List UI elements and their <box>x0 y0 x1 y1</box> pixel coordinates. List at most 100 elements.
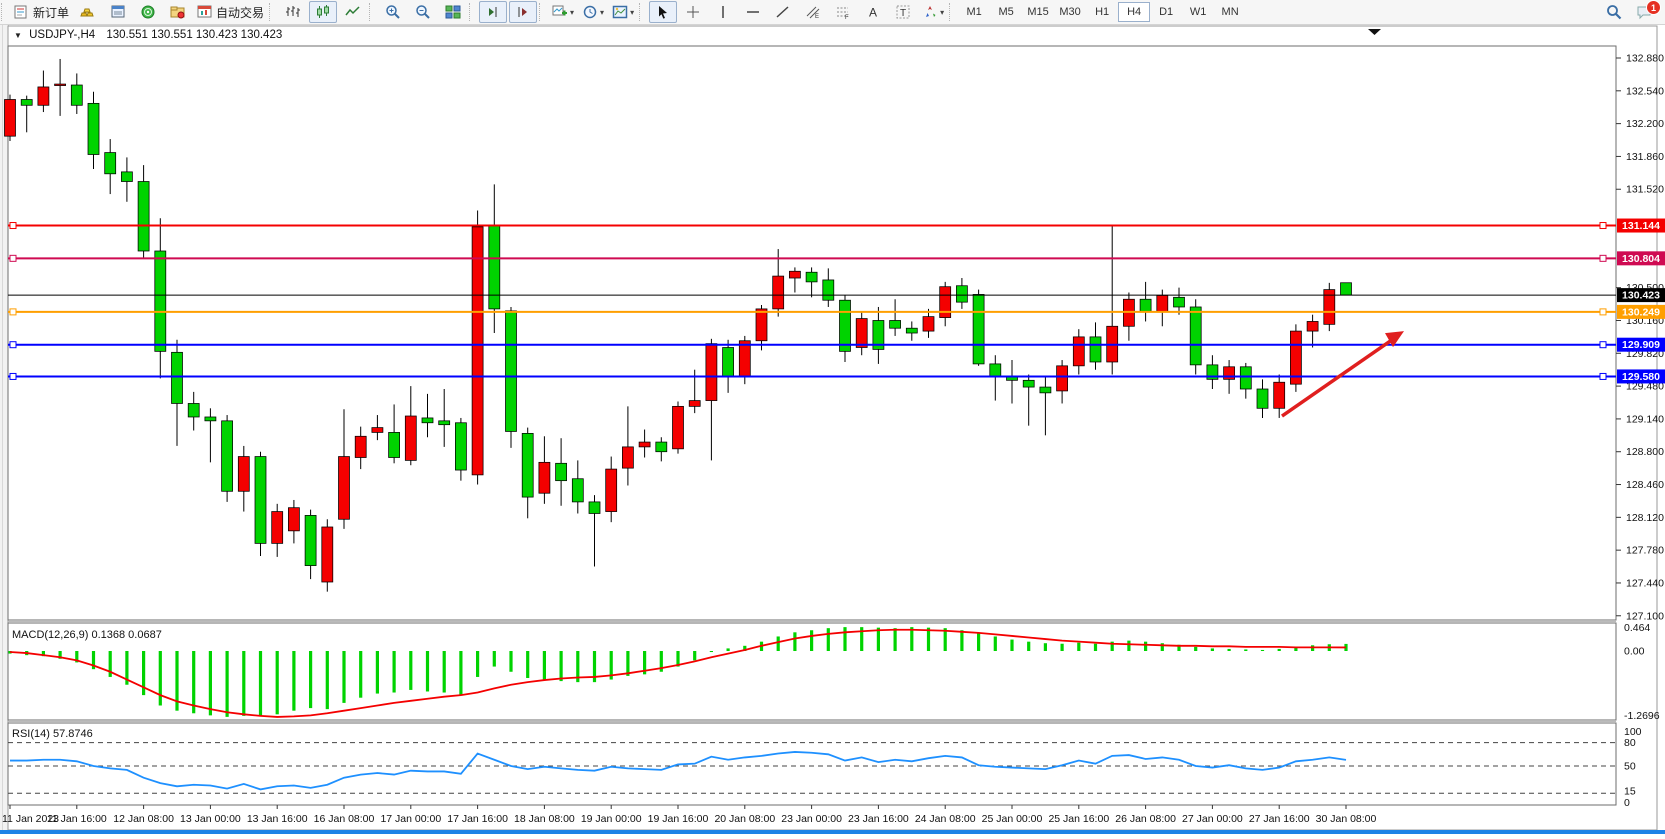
toolbar-separator <box>369 3 377 21</box>
cursor-button[interactable] <box>649 1 677 23</box>
svg-text:131.860: 131.860 <box>1626 151 1664 163</box>
svg-text:12 Jan 08:00: 12 Jan 08:00 <box>113 813 174 825</box>
svg-text:130.423: 130.423 <box>1622 290 1660 302</box>
profiles-button[interactable]: ▾ <box>579 1 607 23</box>
svg-text:80: 80 <box>1624 737 1636 749</box>
svg-text:17 Jan 00:00: 17 Jan 00:00 <box>380 813 441 825</box>
svg-text:27 Jan 00:00: 27 Jan 00:00 <box>1182 813 1243 825</box>
navigator-button[interactable] <box>134 1 162 23</box>
timeframe-m15-button[interactable]: M15 <box>1022 2 1054 22</box>
svg-text:-1.2696: -1.2696 <box>1624 710 1660 722</box>
svg-text:127.780: 127.780 <box>1626 545 1664 557</box>
vertical-line-button[interactable] <box>709 1 737 23</box>
svg-text:25 Jan 16:00: 25 Jan 16:00 <box>1048 813 1109 825</box>
svg-text:128.460: 128.460 <box>1626 479 1664 491</box>
svg-text:24 Jan 08:00: 24 Jan 08:00 <box>915 813 976 825</box>
data-window-button[interactable] <box>104 1 132 23</box>
svg-text:17 Jan 16:00: 17 Jan 16:00 <box>447 813 508 825</box>
svg-text:129.909: 129.909 <box>1622 339 1660 351</box>
svg-text:132.540: 132.540 <box>1626 85 1664 97</box>
svg-text:127.440: 127.440 <box>1626 577 1664 589</box>
svg-text:11 Jan 16:00: 11 Jan 16:00 <box>47 813 107 825</box>
toolbar-separator <box>539 3 547 21</box>
collapse-arrow-icon[interactable]: ▼ <box>14 31 22 40</box>
tile-windows-button[interactable] <box>439 1 467 23</box>
svg-text:0: 0 <box>1624 797 1630 809</box>
svg-text:20 Jan 08:00: 20 Jan 08:00 <box>714 813 775 825</box>
svg-text:19 Jan 00:00: 19 Jan 00:00 <box>581 813 642 825</box>
chart-symbol-period: USDJPY-,H4 <box>29 29 95 41</box>
chart-shift-button[interactable] <box>479 1 507 23</box>
trendline-button[interactable] <box>769 1 797 23</box>
bar-chart-button[interactable] <box>279 1 307 23</box>
timeframe-mn-button[interactable]: MN <box>1214 2 1246 22</box>
line-chart-button[interactable] <box>339 1 367 23</box>
fibonacci-button[interactable]: F <box>829 1 857 23</box>
toolbar-separator <box>469 3 477 21</box>
svg-text:127.100: 127.100 <box>1626 610 1664 622</box>
svg-text:25 Jan 00:00: 25 Jan 00:00 <box>982 813 1043 825</box>
crosshair-button[interactable] <box>679 1 707 23</box>
svg-text:23 Jan 00:00: 23 Jan 00:00 <box>781 813 842 825</box>
toolbar-separator <box>639 3 647 21</box>
rsi-panel[interactable] <box>8 723 1616 805</box>
terminal-button[interactable] <box>164 1 192 23</box>
label-button[interactable]: T <box>889 1 917 23</box>
svg-text:30 Jan 08:00: 30 Jan 08:00 <box>1316 813 1377 825</box>
svg-text:16 Jan 08:00: 16 Jan 08:00 <box>314 813 375 825</box>
rsi-label: RSI(14) 57.8746 <box>12 728 93 740</box>
templates-button[interactable]: ▾ <box>609 1 637 23</box>
main-toolbar: 新订单自动交易▾▾▾EFAT▾M1M5M15M30H1H4D1W1MN1 <box>0 0 1665 25</box>
timeframe-m1-button[interactable]: M1 <box>958 2 990 22</box>
svg-text:50: 50 <box>1624 761 1636 773</box>
auto-scroll-button[interactable] <box>509 1 537 23</box>
svg-text:129.580: 129.580 <box>1622 371 1660 383</box>
market-watch-button[interactable] <box>74 1 102 23</box>
main-panel[interactable] <box>8 46 1616 620</box>
svg-text:A: A <box>869 6 877 20</box>
svg-text:15: 15 <box>1624 785 1636 797</box>
new-order-button[interactable]: 新订单 <box>11 1 72 23</box>
chart-window: ▼ USDJPY-,H4 130.551 130.551 130.423 130… <box>0 25 1665 834</box>
svg-text:131.144: 131.144 <box>1622 220 1660 232</box>
new-chart-button[interactable]: ▾ <box>549 1 577 23</box>
autotrading-button[interactable]: 自动交易 <box>194 1 267 23</box>
notification-badge: 1 <box>1646 0 1661 15</box>
channel-button[interactable]: E <box>799 1 827 23</box>
svg-text:13 Jan 00:00: 13 Jan 00:00 <box>180 813 241 825</box>
timeframe-w1-button[interactable]: W1 <box>1182 2 1214 22</box>
zoom-out-button[interactable] <box>409 1 437 23</box>
candlestick-chart-button[interactable] <box>309 1 337 23</box>
svg-text:T: T <box>900 8 906 19</box>
chart-title: ▼ USDJPY-,H4 130.551 130.551 130.423 130… <box>14 29 282 41</box>
text-button[interactable]: A <box>859 1 887 23</box>
svg-text:F: F <box>845 15 849 20</box>
timeframe-h4-button[interactable]: H4 <box>1118 2 1150 22</box>
svg-text:0.464: 0.464 <box>1624 622 1650 634</box>
timeframe-h1-button[interactable]: H1 <box>1086 2 1118 22</box>
svg-text:26 Jan 08:00: 26 Jan 08:00 <box>1115 813 1176 825</box>
svg-text:13 Jan 16:00: 13 Jan 16:00 <box>247 813 308 825</box>
chart-canvas[interactable]: 132.880132.540132.200131.860131.520130.5… <box>0 25 1665 834</box>
timeframe-m30-button[interactable]: M30 <box>1054 2 1086 22</box>
timeframe-d1-button[interactable]: D1 <box>1150 2 1182 22</box>
svg-text:E: E <box>815 14 819 20</box>
horizontal-line-button[interactable] <box>739 1 767 23</box>
arrows-button[interactable]: ▾ <box>919 1 947 23</box>
svg-text:130.249: 130.249 <box>1622 306 1660 318</box>
svg-text:128.120: 128.120 <box>1626 512 1664 524</box>
svg-text:19 Jan 16:00: 19 Jan 16:00 <box>648 813 709 825</box>
search-icon[interactable] <box>1600 1 1628 23</box>
svg-text:132.880: 132.880 <box>1626 53 1664 65</box>
svg-text:130.804: 130.804 <box>1622 253 1660 265</box>
svg-text:128.800: 128.800 <box>1626 446 1664 458</box>
svg-text:131.520: 131.520 <box>1626 184 1664 196</box>
toolbar-separator <box>949 3 957 21</box>
svg-text:23 Jan 16:00: 23 Jan 16:00 <box>848 813 909 825</box>
svg-text:129.140: 129.140 <box>1626 413 1664 425</box>
svg-text:18 Jan 08:00: 18 Jan 08:00 <box>514 813 575 825</box>
timeframe-m5-button[interactable]: M5 <box>990 2 1022 22</box>
zoom-in-button[interactable] <box>379 1 407 23</box>
chat-icon[interactable]: 1 <box>1630 1 1658 23</box>
svg-text:132.200: 132.200 <box>1626 118 1664 130</box>
